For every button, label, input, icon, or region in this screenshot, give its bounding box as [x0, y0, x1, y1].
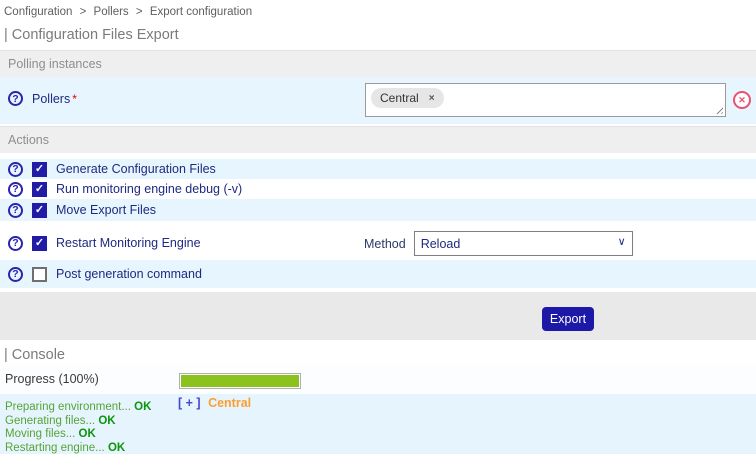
- action-row-debug: ? Run monitoring engine debug (-v): [0, 179, 756, 199]
- help-icon[interactable]: ?: [8, 203, 23, 218]
- action-row-generate: ? Generate Configuration Files: [0, 159, 756, 179]
- pollers-input[interactable]: Central ×: [365, 83, 726, 117]
- required-asterisk: *: [72, 92, 77, 106]
- action-label: Move Export Files: [56, 203, 156, 217]
- section-header-polling-instances: Polling instances: [0, 50, 756, 77]
- action-row-postgen: ? Post generation command: [0, 260, 756, 288]
- poller-result-tree: [ + ] Central: [178, 396, 251, 410]
- section-header-label: Polling instances: [8, 57, 102, 71]
- breadcrumb-separator: >: [80, 6, 87, 18]
- progress-label: Progress (100%): [5, 372, 99, 386]
- breadcrumb-configuration[interactable]: Configuration: [4, 6, 72, 18]
- help-icon[interactable]: ?: [8, 267, 23, 282]
- console-title: | Console: [4, 347, 756, 363]
- progress-row: Progress (100%): [0, 365, 756, 394]
- status-ok: OK: [134, 401, 151, 413]
- method-select[interactable]: Reload: [414, 231, 633, 256]
- page-title: | Configuration Files Export: [4, 27, 756, 43]
- action-label: Restart Monitoring Engine: [56, 236, 201, 250]
- method-label: Method: [364, 237, 406, 251]
- action-row-restart: ? Restart Monitoring Engine Method Reloa…: [0, 228, 756, 258]
- export-button-band: Export: [0, 292, 756, 340]
- tree-expand-toggle[interactable]: [ + ]: [178, 396, 201, 410]
- breadcrumb-export-configuration[interactable]: Export configuration: [150, 6, 252, 18]
- breadcrumb-separator: >: [136, 6, 143, 18]
- action-row-move: ? Move Export Files: [0, 199, 756, 221]
- move-export-checkbox[interactable]: [32, 203, 47, 218]
- log-line: Preparing environment... OK: [5, 401, 151, 415]
- section-header-actions: Actions: [0, 126, 756, 153]
- post-generation-checkbox[interactable]: [32, 267, 47, 282]
- help-icon[interactable]: ?: [8, 162, 23, 177]
- action-label: Generate Configuration Files: [56, 162, 216, 176]
- poller-tag-label: Central: [380, 91, 419, 105]
- action-label: Post generation command: [56, 267, 202, 281]
- status-ok: OK: [79, 428, 96, 440]
- status-ok: OK: [108, 442, 125, 454]
- tree-node-central: Central: [208, 396, 251, 410]
- progress-bar: [179, 373, 301, 389]
- console-output: Preparing environment... OK Generating f…: [0, 394, 756, 454]
- console-log: Preparing environment... OK Generating f…: [5, 401, 151, 454]
- status-ok: OK: [98, 415, 115, 427]
- action-label: Run monitoring engine debug (-v): [56, 182, 242, 196]
- restart-engine-checkbox[interactable]: [32, 236, 47, 251]
- log-line: Restarting engine... OK: [5, 442, 151, 454]
- tag-remove-icon[interactable]: ×: [429, 93, 435, 104]
- pollers-label: Pollers*: [32, 92, 77, 106]
- export-button[interactable]: Export: [542, 307, 594, 331]
- resize-handle[interactable]: [714, 105, 723, 114]
- log-line: Moving files... OK: [5, 428, 151, 442]
- run-debug-checkbox[interactable]: [32, 182, 47, 197]
- progress-bar-fill: [181, 375, 299, 387]
- breadcrumb-pollers[interactable]: Pollers: [94, 6, 129, 18]
- generate-config-checkbox[interactable]: [32, 162, 47, 177]
- pollers-field-row: ? Pollers* Central × ✕: [0, 77, 756, 124]
- help-icon[interactable]: ?: [8, 91, 23, 106]
- poller-tag-central: Central ×: [371, 88, 444, 108]
- clear-field-icon[interactable]: ✕: [733, 91, 751, 109]
- breadcrumb: Configuration > Pollers > Export configu…: [0, 0, 756, 18]
- help-icon[interactable]: ?: [8, 182, 23, 197]
- help-icon[interactable]: ?: [8, 236, 23, 251]
- log-line: Generating files... OK: [5, 415, 151, 429]
- section-header-label: Actions: [8, 133, 49, 147]
